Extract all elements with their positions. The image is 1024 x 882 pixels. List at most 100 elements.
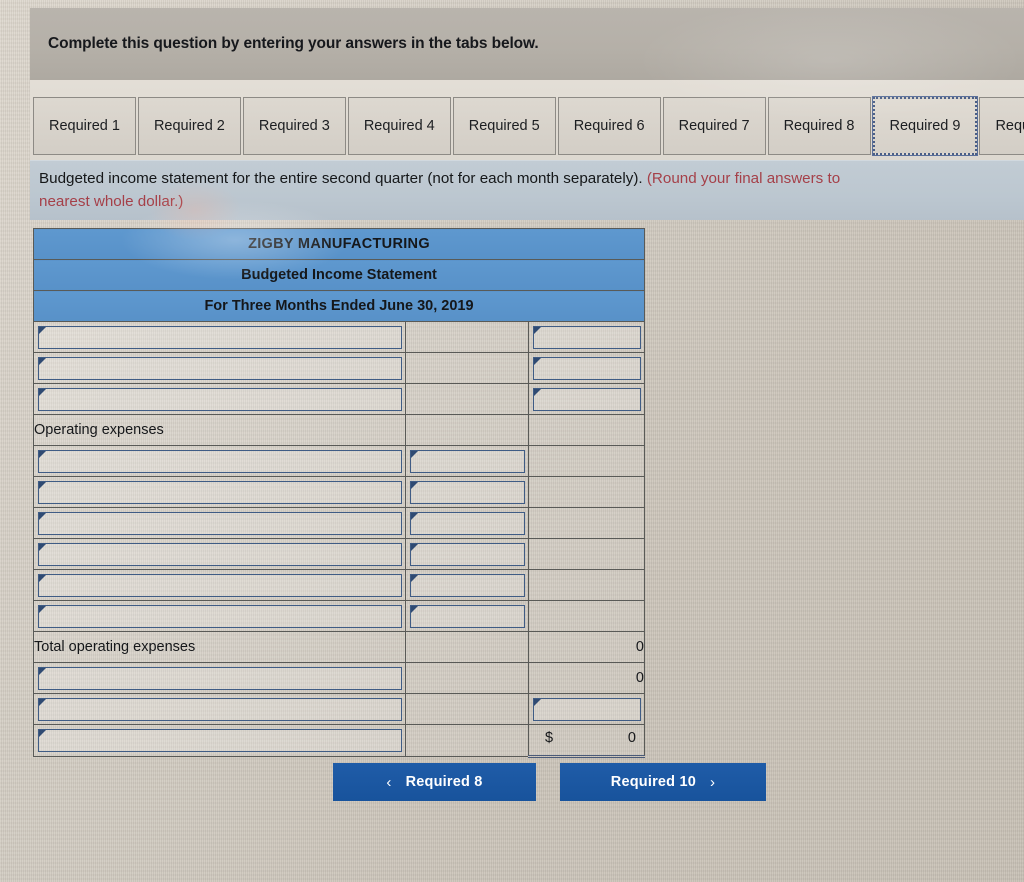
account-select-5[interactable]: [38, 697, 402, 721]
row-1-cell-3: [528, 321, 645, 353]
row-4-cell-3: [528, 414, 645, 446]
account-select-1[interactable]: [38, 325, 402, 349]
question-text-line2: nearest whole dollar.): [39, 193, 184, 210]
row-12-cell-1: [33, 662, 406, 694]
tab-strip: Required 1 Required 2 Required 3 Require…: [30, 80, 1024, 160]
amount-input-1[interactable]: [533, 325, 641, 349]
table-row: [33, 538, 645, 570]
row-9-cell-3: [528, 569, 645, 601]
total-operating-expenses-value: 0: [528, 631, 645, 663]
amount-input-4[interactable]: [533, 697, 641, 721]
table-row: Total operating expenses 0: [33, 631, 645, 663]
tab-list: Required 1 Required 2 Required 3 Require…: [33, 96, 1024, 156]
expense-amount-5[interactable]: [410, 573, 525, 597]
expense-amount-6[interactable]: [410, 604, 525, 628]
row-12-cell-2: [405, 662, 529, 694]
table-row: [33, 600, 645, 632]
table-row: $0: [33, 724, 645, 758]
total-operating-expenses-label: Total operating expenses: [33, 631, 406, 663]
dropdown-triangle-icon: [39, 698, 46, 706]
tab-required-4[interactable]: Required 4: [347, 97, 451, 155]
budgeted-income-statement-table: ZIGBY MANUFACTURING Budgeted Income Stat…: [33, 228, 645, 758]
table-row: [33, 352, 645, 384]
dropdown-triangle-icon: [39, 605, 46, 613]
account-select-6[interactable]: [38, 729, 402, 752]
table-row: [33, 693, 645, 725]
row-10-cell-3: [528, 600, 645, 632]
tab-required-9[interactable]: Required 9: [871, 96, 979, 156]
row-5-cell-1: [33, 445, 406, 477]
dropdown-triangle-icon: [411, 450, 418, 458]
statement-body: ZIGBY MANUFACTURING Budgeted Income Stat…: [33, 228, 645, 758]
currency-symbol: $: [545, 730, 554, 746]
expense-amount-4[interactable]: [410, 542, 525, 566]
tab-required-3[interactable]: Required 3: [242, 97, 346, 155]
expense-amount-1[interactable]: [410, 449, 525, 473]
expense-amount-2[interactable]: [410, 480, 525, 504]
expense-amount-3[interactable]: [410, 511, 525, 535]
row-9-cell-2: [405, 569, 529, 601]
row-3-cell-2: [405, 383, 529, 415]
row-13-cell-1: [33, 693, 406, 725]
row-10-cell-1: [33, 600, 406, 632]
amount-input-3[interactable]: [533, 387, 641, 411]
amount-input-2[interactable]: [533, 356, 641, 380]
dropdown-triangle-icon: [534, 388, 541, 396]
tab-label: Required: [995, 118, 1024, 134]
expense-select-5[interactable]: [38, 573, 402, 597]
tab-required-7[interactable]: Required 7: [662, 97, 766, 155]
row-14-cell-2: [405, 724, 529, 757]
net-income-total-cell: $0: [528, 724, 645, 758]
expense-select-2[interactable]: [38, 480, 402, 504]
expense-select-4[interactable]: [38, 542, 402, 566]
row-8-cell-3: [528, 538, 645, 570]
instruction-header-text: Complete this question by entering your …: [48, 35, 539, 52]
account-select-3[interactable]: [38, 387, 402, 411]
account-select-2[interactable]: [38, 356, 402, 380]
dropdown-triangle-icon: [411, 605, 418, 613]
dropdown-triangle-icon: [39, 730, 46, 737]
row-7-cell-3: [528, 507, 645, 539]
statement-title-row-3: For Three Months Ended June 30, 2019: [33, 290, 645, 322]
instruction-header-band: Complete this question by entering your …: [30, 8, 1024, 80]
row-13-cell-2: [405, 693, 529, 725]
tab-required-2[interactable]: Required 2: [137, 97, 241, 155]
tab-required-10[interactable]: Required: [979, 97, 1024, 155]
tab-required-8[interactable]: Required 8: [767, 97, 871, 155]
table-row: 0: [33, 662, 645, 694]
tab-required-6[interactable]: Required 6: [557, 97, 661, 155]
table-row: Operating expenses: [33, 414, 645, 446]
chevron-right-icon: ›: [710, 773, 716, 791]
statement-title-row-2: Budgeted Income Statement: [33, 259, 645, 291]
previous-required-button[interactable]: ‹ Required 8: [333, 763, 536, 801]
row-3-cell-1: [33, 383, 406, 415]
next-required-label: Required 10: [610, 774, 696, 790]
expense-select-3[interactable]: [38, 511, 402, 535]
statement-period: For Three Months Ended June 30, 2019: [33, 290, 645, 322]
expense-select-6[interactable]: [38, 604, 402, 628]
row-4-cell-2: [405, 414, 529, 446]
table-row: [33, 569, 645, 601]
row-2-cell-1: [33, 352, 406, 384]
dropdown-triangle-icon: [534, 326, 541, 334]
tab-required-5[interactable]: Required 5: [452, 97, 556, 155]
next-required-button[interactable]: Required 10 ›: [560, 763, 766, 801]
expense-select-1[interactable]: [38, 449, 402, 473]
dropdown-triangle-icon: [534, 698, 541, 706]
account-select-4[interactable]: [38, 666, 402, 690]
question-band: Budgeted income statement for the entire…: [30, 160, 1024, 220]
dropdown-triangle-icon: [534, 357, 541, 365]
row-6-cell-2: [405, 476, 529, 508]
tab-required-1[interactable]: Required 1: [33, 97, 136, 155]
row-7-cell-2: [405, 507, 529, 539]
dropdown-triangle-icon: [39, 543, 46, 551]
navigation-bar: ‹ Required 8 Required 10 ›: [0, 763, 1024, 801]
question-text-red-inline: (Round your final answers to: [646, 170, 841, 187]
tab-label: Required 5: [468, 118, 540, 134]
chevron-left-icon: ‹: [386, 773, 392, 791]
table-row: [33, 321, 645, 353]
row-2-cell-3: [528, 352, 645, 384]
question-text-black: Budgeted income statement for the entire…: [39, 170, 647, 187]
previous-required-label: Required 8: [405, 774, 483, 790]
net-income-value: 0: [627, 730, 636, 746]
